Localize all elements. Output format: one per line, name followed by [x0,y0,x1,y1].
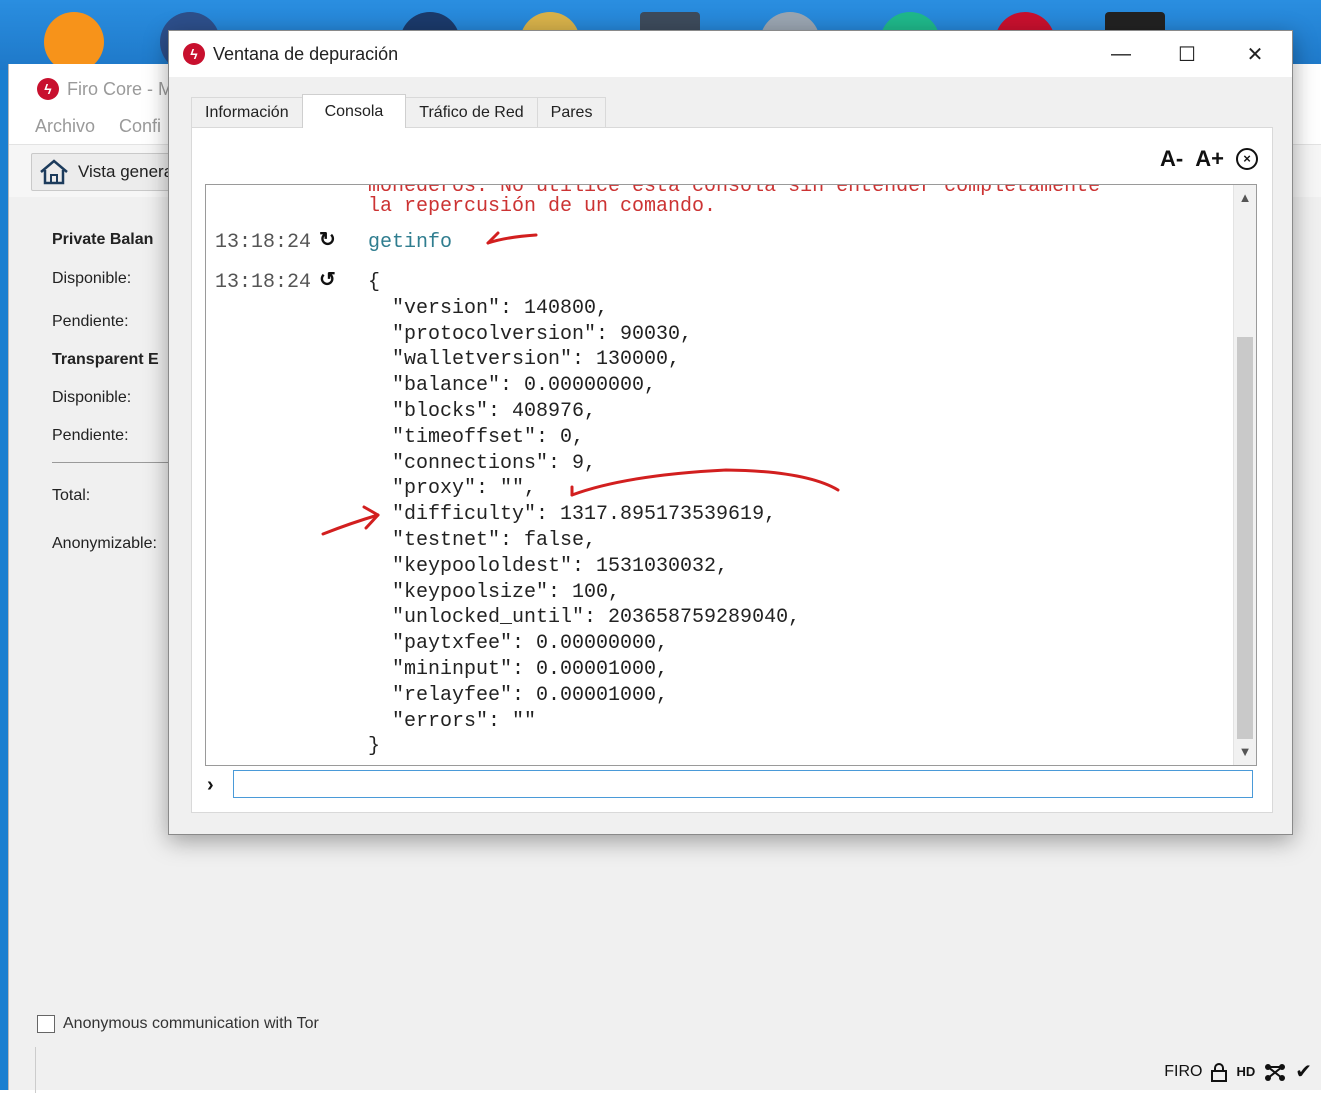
debug-titlebar: ϟ Ventana de depuración — ☐ ✕ [169,31,1292,77]
tab-trafico-de-red[interactable]: Tráfico de Red [405,97,538,128]
debug-title: ϟ Ventana de depuración [183,43,398,65]
font-controls: A- A+ × [1160,146,1258,172]
console-input-row: › [205,770,1255,802]
menu-archivo[interactable]: Archivo [35,116,95,137]
unit-label[interactable]: FIRO [1164,1063,1202,1081]
json-line: } [368,735,381,759]
anonymizable-label: Anonymizable: [52,535,157,552]
json-line: { [368,271,381,294]
transparent-pending-label: Pendiente: [52,427,129,444]
lock-icon [1211,1062,1228,1082]
firo-logo-icon: ϟ [183,43,205,65]
debug-window: ϟ Ventana de depuración — ☐ ✕ Informació… [168,30,1293,835]
bitcoin-desktop-icon[interactable] [44,12,104,72]
console-command-input[interactable] [233,770,1253,798]
tab-consola[interactable]: Consola [301,94,407,128]
sync-check-icon: ✔ [1295,1061,1312,1083]
json-line: "relayfee": 0.00001000, [368,683,669,707]
private-balance-heading: Private Balan [52,231,154,248]
font-decrease-button[interactable]: A- [1160,146,1183,172]
scroll-down-icon[interactable]: ▼ [1234,741,1256,763]
json-line: "unlocked_until": 203658759289040, [368,606,801,630]
request-command: getinfo [368,231,453,254]
status-divider [35,1047,36,1093]
tor-checkbox[interactable] [37,1015,55,1033]
maximize-button[interactable]: ☐ [1154,31,1220,77]
json-line: "mininput": 0.00001000, [368,658,669,681]
tab-informacion[interactable]: Información [191,97,303,128]
console-tab-pane: A- A+ × monederos. No utilice esta conso… [191,127,1273,813]
hand-drawn-annotations [321,231,840,536]
transparent-balance-heading: Transparent E [52,351,159,368]
json-line: "protocolversion": 90030, [368,322,693,346]
network-icon [1265,1063,1286,1081]
console-warning: la repercusión de un comando. [368,195,717,218]
font-increase-button[interactable]: A+ [1195,146,1224,172]
home-icon [40,159,68,185]
reply-timestamp: 13:18:24 [215,271,312,294]
json-line: "keypoolsize": 100, [368,580,621,604]
scroll-up-icon[interactable]: ▲ [1234,187,1256,209]
reply-arrow-icon: ↺ [319,269,336,291]
request-timestamp: 13:18:24 [215,231,312,254]
tab-pares[interactable]: Pares [536,97,607,128]
json-line: "paytxfee": 0.00000000, [368,632,669,656]
main-menu-bar: Archivo Confi [35,116,161,137]
json-line: "testnet": false, [368,529,597,552]
main-window-title: ϟ Firo Core - M [37,78,173,100]
json-line: "proxy": "", [368,477,537,501]
console-output[interactable]: monederos. No utilice esta consola sin e… [205,184,1257,766]
main-title-text: Firo Core - M [67,78,174,99]
tor-label: Anonymous communication with Tor [63,1015,319,1032]
json-line: "blocks": 408976, [368,400,597,423]
minimize-button[interactable]: — [1088,31,1154,77]
json-line: "version": 140800, [368,296,609,320]
hd-label: HD [1236,1064,1256,1079]
total-label: Total: [52,487,91,504]
private-pending-label: Pendiente: [52,313,129,330]
overview-label: Vista genera [78,162,174,181]
prompt-chevron-icon: › [207,774,214,796]
json-line: "connections": 9, [368,451,597,475]
debug-tabs: Información Consola Tráfico de Red Pares [191,94,607,129]
json-line: "keypoololdest": 1531030032, [368,554,729,578]
status-bar: FIRO HD ✔ [1164,1059,1312,1084]
debug-title-text: Ventana de depuración [213,43,399,64]
scroll-thumb[interactable] [1237,337,1253,739]
transparent-available-label: Disponible: [52,389,132,406]
clear-console-icon[interactable]: × [1236,148,1258,170]
request-arrow-icon: ↻ [319,229,336,251]
close-button[interactable]: ✕ [1222,31,1288,77]
json-line: "errors": "" [368,709,537,733]
firo-logo-icon: ϟ [37,78,59,100]
private-available-label: Disponible: [52,270,132,287]
json-line: "balance": 0.00000000, [368,374,657,398]
json-line: "timeoffset": 0, [368,425,585,449]
json-line: "walletversion": 130000, [368,348,681,372]
json-line: "difficulty": 1317.895173539619, [368,503,777,527]
menu-configuracion[interactable]: Confi [119,116,161,137]
console-scrollbar[interactable]: ▲ ▼ [1233,185,1256,765]
tor-option[interactable]: Anonymous communication with Tor [37,1015,319,1033]
